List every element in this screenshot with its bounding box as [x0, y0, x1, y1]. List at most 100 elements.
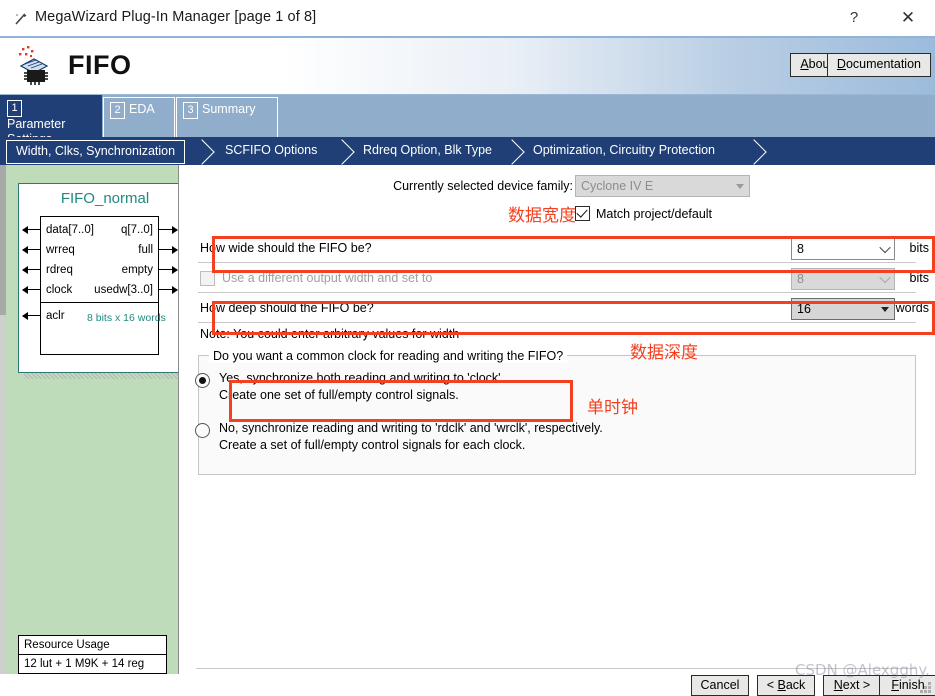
match-project-label: Match project/default	[596, 207, 713, 221]
wizard-wand-icon	[13, 11, 29, 27]
next-button[interactable]: Next >	[823, 675, 881, 696]
documentation-button[interactable]: Documentation	[826, 53, 931, 77]
radio-yes-line1: Yes, synchronize both reading and writin…	[219, 371, 505, 385]
device-family-row: Currently selected device family: Cyclon…	[179, 175, 935, 199]
back-post: ack	[785, 678, 806, 692]
parameter-content: Currently selected device family: Cyclon…	[179, 165, 935, 674]
step-width-clks-synchronization[interactable]: Width, Clks, Synchronization	[6, 140, 186, 164]
chevron-down-icon	[730, 176, 749, 196]
resource-usage-title: Resource Usage	[19, 636, 166, 655]
common-clock-legend: Do you want a common clock for reading a…	[209, 349, 568, 363]
radio-yes-button[interactable]	[195, 373, 210, 388]
step-scfifo-options[interactable]: SCFIFO Options	[225, 140, 317, 162]
pin-full: full	[138, 244, 153, 256]
fifo-width-dropdown[interactable]: 8	[791, 238, 895, 260]
match-project-checkbox[interactable]	[575, 206, 590, 221]
fifo-symbol: FIFO_normal data[7..0] wrreq rdreq clock…	[18, 183, 178, 373]
output-width-value: 8	[797, 272, 804, 286]
device-family-value: Cyclone IV E	[581, 179, 654, 193]
divider	[198, 292, 916, 293]
resize-grip-icon[interactable]	[920, 682, 932, 694]
fifo-width-row: How wide should the FIFO be? 8 bits	[179, 236, 935, 262]
preview-scrollbar[interactable]	[0, 165, 6, 674]
tab-strip: 1Parameter Settings 2 EDA 3 Summary	[0, 95, 935, 146]
chevron-right-icon	[741, 139, 767, 165]
doc-rest: ocumentation	[845, 57, 921, 71]
tab-label: Summary	[202, 102, 256, 116]
symbol-divider	[41, 302, 158, 304]
arrow-data-in	[22, 225, 40, 234]
divider	[198, 262, 916, 263]
back-accel: B	[777, 678, 786, 692]
help-button[interactable]: ?	[831, 0, 877, 36]
step-rdreq-option-blk-type[interactable]: Rdreq Option, Blk Type	[363, 140, 492, 162]
fifo-width-question: How wide should the FIFO be?	[200, 241, 372, 255]
tab-summary[interactable]: 3 Summary	[176, 97, 278, 137]
arrow-aclr-in	[22, 311, 40, 320]
chevron-down-icon	[875, 239, 894, 259]
fifo-depth-row: How deep should the FIFO be? 16 words	[179, 296, 935, 322]
about-accel: A	[800, 57, 809, 71]
radio-yes-line2: Create one set of full/empty control sig…	[219, 388, 459, 402]
back-button[interactable]: < Back	[757, 675, 815, 696]
tab-parameter-settings[interactable]: 1Parameter Settings	[0, 95, 102, 146]
product-header: FIFO About Documentation	[0, 38, 935, 95]
radio-no-button[interactable]	[195, 423, 210, 438]
arrow-rdreq-in	[22, 265, 40, 274]
annotation-clock: 单时钟	[587, 398, 638, 418]
chevron-right-icon	[499, 139, 525, 165]
arrow-q-out	[159, 225, 178, 234]
pin-wrreq: wrreq	[46, 244, 75, 256]
fifo-depth-value: 16	[797, 302, 811, 316]
arrow-full-out	[159, 245, 178, 254]
altera-chip-icon	[14, 44, 58, 88]
pin-data: data[7..0]	[46, 224, 94, 236]
device-family-label: Currently selected device family:	[393, 179, 573, 193]
match-project-default-row[interactable]: Match project/default	[575, 205, 750, 225]
chevron-down-icon	[875, 299, 894, 319]
dialog-footer: Cancel < Back Next > Finish	[0, 668, 935, 696]
scrollbar-thumb[interactable]	[0, 165, 6, 315]
pin-usedw: usedw[3..0]	[94, 284, 153, 296]
radio-yes-text: Yes, synchronize both reading and writin…	[219, 370, 504, 404]
tab-number: 3	[183, 102, 198, 119]
fifo-width-unit: bits	[909, 241, 929, 255]
annotation-depth: 数据深度	[630, 343, 698, 363]
tab-number: 2	[110, 102, 125, 119]
pin-q: q[7..0]	[121, 224, 153, 236]
tab-number: 1	[7, 100, 22, 117]
arrow-clock-in	[22, 285, 40, 294]
footer-divider	[196, 668, 916, 669]
resource-usage-value: 12 lut + 1 M9K + 14 reg	[24, 658, 145, 670]
next-accel: N	[833, 678, 843, 692]
fifo-depth-dropdown[interactable]: 16	[791, 298, 895, 320]
close-button[interactable]: ✕	[885, 0, 931, 36]
arrow-wrreq-in	[22, 245, 40, 254]
symbol-preview-pane: FIFO_normal data[7..0] wrreq rdreq clock…	[0, 165, 179, 674]
step-optimization-circuitry-protection[interactable]: Optimization, Circuitry Protection	[533, 140, 715, 162]
pin-empty: empty	[121, 264, 153, 276]
resource-usage-box: Resource Usage 12 lut + 1 M9K + 14 reg	[18, 635, 167, 674]
doc-accel: D	[836, 57, 846, 71]
output-width-label: Use a different output width and set to	[222, 271, 433, 285]
back-pre: <	[766, 678, 778, 692]
radio-no-line2: Create a set of full/empty control signa…	[219, 438, 526, 452]
chevron-down-icon	[875, 269, 894, 289]
fifo-depth-unit: words	[895, 301, 929, 315]
tab-eda[interactable]: 2 EDA	[103, 97, 175, 137]
pin-clock: clock	[46, 284, 73, 296]
annotation-width: 数据宽度	[508, 206, 576, 226]
arrow-empty-out	[159, 265, 178, 274]
symbol-name: FIFO_normal	[60, 190, 150, 207]
output-width-checkbox[interactable]	[200, 271, 215, 286]
tab-label: EDA	[129, 102, 155, 116]
symbol-body: data[7..0] wrreq rdreq clock aclr q[7..0…	[40, 216, 166, 355]
output-width-dropdown[interactable]: 8	[791, 268, 895, 290]
divider	[198, 322, 916, 323]
device-family-dropdown[interactable]: Cyclone IV E	[575, 175, 750, 197]
fifo-depth-question: How deep should the FIFO be?	[200, 301, 374, 315]
arrow-usedw-out	[159, 285, 178, 294]
fifo-width-value: 8	[797, 242, 804, 256]
cancel-button[interactable]: Cancel	[691, 675, 749, 696]
pin-rdreq: rdreq	[46, 264, 73, 276]
